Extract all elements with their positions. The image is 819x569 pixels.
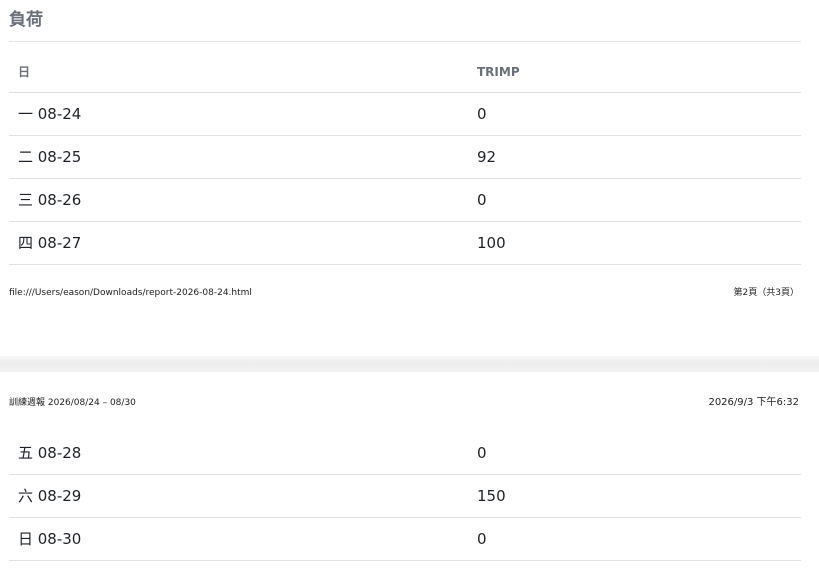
trimp-cell: 0 bbox=[477, 191, 487, 209]
table-row: 四 08-27 100 bbox=[9, 222, 801, 265]
page-break-gap bbox=[0, 356, 819, 372]
trimp-cell: 150 bbox=[477, 487, 506, 505]
trimp-cell: 0 bbox=[477, 530, 487, 548]
trimp-cell: 0 bbox=[477, 105, 487, 123]
table-row: 日 08-30 0 bbox=[9, 518, 801, 561]
load-table-continued: 五 08-28 0 六 08-29 150 日 08-30 0 bbox=[9, 432, 801, 561]
title-divider bbox=[9, 41, 801, 42]
print-footer-url: file:///Users/eason/Downloads/report-202… bbox=[9, 288, 252, 298]
day-cell: 二 08-25 bbox=[18, 148, 82, 166]
day-cell: 五 08-28 bbox=[18, 444, 82, 462]
print-page-2: 負荷 日 TRIMP 一 08-24 0 二 08-25 92 三 08-26 … bbox=[0, 0, 819, 356]
day-cell: 四 08-27 bbox=[18, 234, 82, 252]
print-header-title: 訓練週報 2026/08/24 – 08/30 bbox=[9, 398, 136, 408]
section-title: 負荷 bbox=[9, 10, 43, 30]
column-header-day: 日 bbox=[18, 65, 31, 79]
table-row: 一 08-24 0 bbox=[9, 93, 801, 136]
table-row: 五 08-28 0 bbox=[9, 432, 801, 475]
day-cell: 六 08-29 bbox=[18, 487, 82, 505]
trimp-cell: 92 bbox=[477, 148, 497, 166]
trimp-cell: 100 bbox=[477, 234, 506, 252]
table-header-row: 日 TRIMP bbox=[9, 52, 801, 93]
column-header-trimp: TRIMP bbox=[477, 65, 520, 79]
table-row: 三 08-26 0 bbox=[9, 179, 801, 222]
day-cell: 三 08-26 bbox=[18, 191, 82, 209]
print-footer-page-indicator: 第2頁（共3頁） bbox=[733, 288, 799, 298]
table-row: 二 08-25 92 bbox=[9, 136, 801, 179]
table-row: 六 08-29 150 bbox=[9, 475, 801, 518]
print-header-timestamp: 2026/9/3 下午6:32 bbox=[708, 397, 799, 408]
load-table: 日 TRIMP 一 08-24 0 二 08-25 92 三 08-26 0 四… bbox=[9, 52, 801, 265]
day-cell: 日 08-30 bbox=[18, 530, 82, 548]
trimp-cell: 0 bbox=[477, 444, 487, 462]
day-cell: 一 08-24 bbox=[18, 105, 82, 123]
